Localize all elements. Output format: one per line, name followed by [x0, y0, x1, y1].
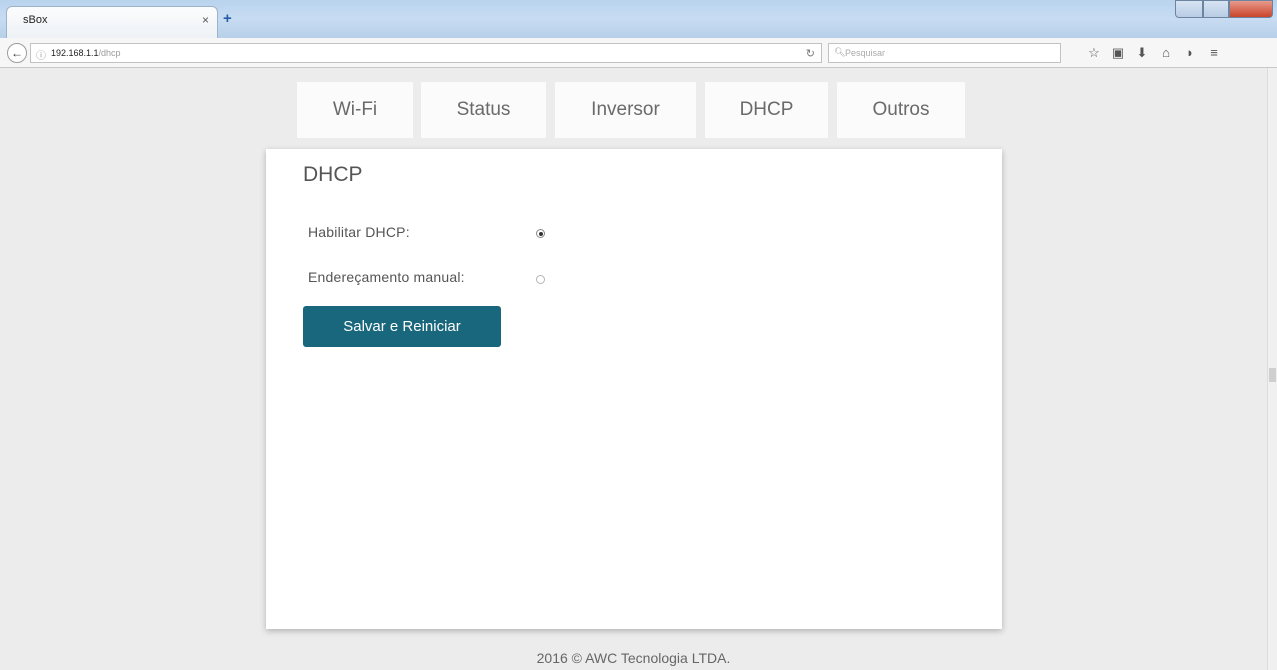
dhcp-panel: DHCP Habilitar DHCP: Endereçamento manua…	[266, 149, 1002, 629]
browser-navbar: ← ⓘ 192.168.1.1/dhcp ↻ 🔍︎ Pesquisar ☆ ▣ …	[0, 38, 1277, 68]
back-icon[interactable]: ←	[7, 43, 27, 63]
browser-tab[interactable]: sBox ×	[6, 6, 218, 38]
tab-dhcp[interactable]: DHCP	[705, 82, 828, 138]
search-input[interactable]: 🔍︎ Pesquisar	[828, 43, 1061, 63]
reload-icon[interactable]: ↻	[806, 47, 815, 60]
browser-titlebar: sBox × +	[0, 0, 1277, 38]
home-icon[interactable]: ⌂	[1154, 43, 1178, 63]
search-placeholder: Pesquisar	[845, 48, 886, 58]
tab-wifi[interactable]: Wi-Fi	[297, 82, 413, 138]
close-tab-icon[interactable]: ×	[202, 13, 209, 27]
info-icon[interactable]: ⓘ	[36, 47, 46, 62]
download-icon[interactable]: ⬇	[1130, 43, 1154, 63]
page-scrollbar[interactable]	[1267, 68, 1277, 670]
tab-inversor[interactable]: Inversor	[555, 82, 696, 138]
maximize-button[interactable]	[1203, 0, 1229, 18]
url-host: 192.168.1.1	[51, 48, 99, 58]
footer-copyright: 2016 © AWC Tecnologia LTDA.	[536, 650, 731, 666]
new-tab-icon[interactable]: +	[223, 10, 232, 27]
search-icon: 🔍︎	[834, 47, 846, 57]
scrollbar-thumb[interactable]	[1269, 368, 1276, 382]
manual-address-radio[interactable]	[536, 275, 545, 284]
toolbar-icons: ☆ ▣ ⬇ ⌂ ◗ ≡	[1082, 43, 1226, 63]
close-window-button[interactable]	[1229, 0, 1273, 18]
menu-icon[interactable]: ≡	[1202, 43, 1226, 63]
url-text: 192.168.1.1/dhcp	[51, 48, 121, 58]
manual-address-label: Endereçamento manual:	[308, 269, 465, 285]
pocket-icon[interactable]: ◗	[1178, 43, 1202, 63]
url-path: /dhcp	[98, 48, 121, 58]
window-controls	[1175, 0, 1273, 18]
enable-dhcp-radio[interactable]	[536, 229, 545, 238]
address-bar[interactable]: ⓘ 192.168.1.1/dhcp ↻	[30, 43, 822, 63]
star-icon[interactable]: ☆	[1082, 43, 1106, 63]
tab-title: sBox	[23, 14, 48, 26]
enable-dhcp-label: Habilitar DHCP:	[308, 224, 410, 240]
tab-status[interactable]: Status	[421, 82, 546, 138]
save-restart-button[interactable]: Salvar e Reiniciar	[303, 306, 501, 347]
clipboard-icon[interactable]: ▣	[1106, 43, 1130, 63]
panel-title: DHCP	[303, 163, 363, 186]
page-viewport: Wi-Fi Status Inversor DHCP Outros DHCP H…	[0, 68, 1267, 670]
tab-outros[interactable]: Outros	[837, 82, 965, 138]
minimize-button[interactable]	[1175, 0, 1203, 18]
